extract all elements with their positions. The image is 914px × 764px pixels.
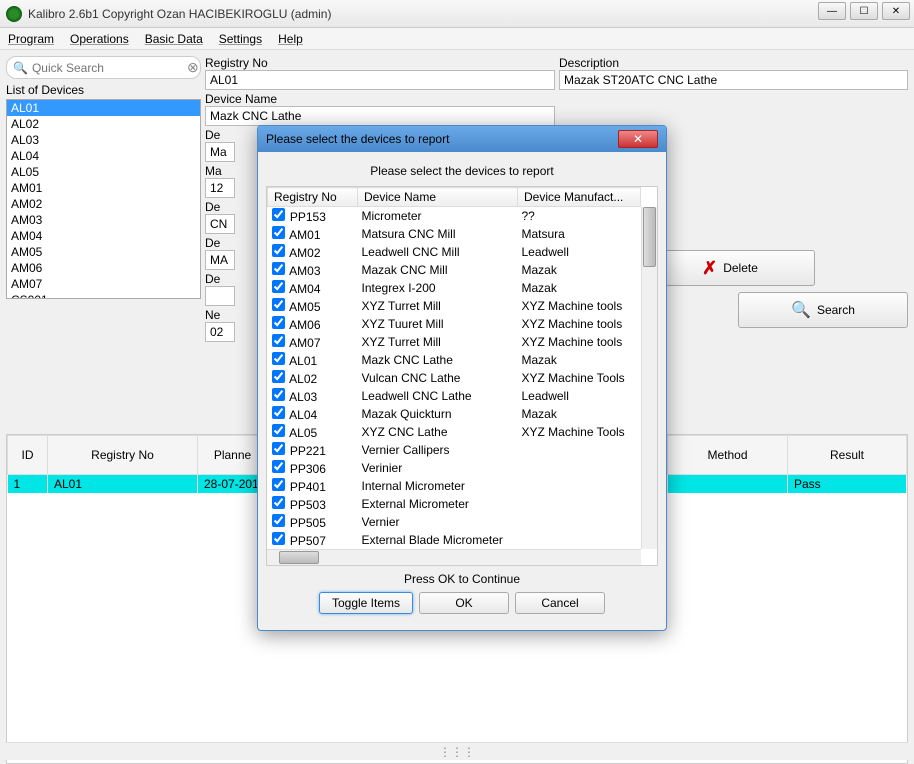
dialog-subtitle: Please select the devices to report (266, 160, 658, 186)
row-checkbox[interactable] (272, 208, 285, 221)
menubar: Program Operations Basic Data Settings H… (0, 28, 914, 50)
row-checkbox[interactable] (272, 334, 285, 347)
table-row[interactable]: AL04Mazak QuickturnMazak (268, 405, 641, 423)
search-icon-btn: 🔍 (791, 300, 811, 320)
table-row[interactable]: AL01Mazk CNC LatheMazak (268, 351, 641, 369)
table-row[interactable]: PP153Micrometer?? (268, 207, 641, 226)
menu-program[interactable]: Program (8, 32, 54, 46)
list-item[interactable]: AM01 (7, 180, 200, 196)
list-item[interactable]: AL03 (7, 132, 200, 148)
device-report-dialog: Please select the devices to report ✕ Pl… (257, 125, 667, 631)
table-row[interactable]: AM06XYZ Tuuret MillXYZ Machine tools (268, 315, 641, 333)
row-checkbox[interactable] (272, 442, 285, 455)
row-checkbox[interactable] (272, 298, 285, 311)
delete-icon: ✗ (702, 258, 717, 279)
row-checkbox[interactable] (272, 352, 285, 365)
app-title: Kalibro 2.6b1 Copyright Ozan HACIBEKIROG… (28, 7, 908, 21)
registry-no-label: Registry No (205, 56, 555, 70)
list-item[interactable]: AL05 (7, 164, 200, 180)
row-checkbox[interactable] (272, 244, 285, 257)
list-item[interactable]: AM02 (7, 196, 200, 212)
table-row[interactable]: PP505Vernier (268, 513, 641, 531)
maximize-button[interactable]: ☐ (850, 2, 878, 20)
list-item[interactable]: AM03 (7, 212, 200, 228)
registry-no-input[interactable] (205, 70, 555, 90)
search-input[interactable] (32, 61, 187, 75)
row-checkbox[interactable] (272, 226, 285, 239)
list-item[interactable]: AL02 (7, 116, 200, 132)
table-row[interactable]: AM01Matsura CNC MillMatsura (268, 225, 641, 243)
dialog-title: Please select the devices to report (266, 132, 618, 146)
list-item[interactable]: AL01 (7, 100, 200, 116)
device-name-label: Device Name (205, 92, 555, 106)
table-row[interactable]: AL03Leadwell CNC LatheLeadwell (268, 387, 641, 405)
table-row[interactable]: AM07XYZ Turret MillXYZ Machine tools (268, 333, 641, 351)
cancel-button[interactable]: Cancel (515, 592, 605, 614)
col-name[interactable]: Device Name (358, 188, 518, 207)
row-checkbox[interactable] (272, 424, 285, 437)
device-name-input[interactable] (205, 106, 555, 126)
dialog-titlebar[interactable]: Please select the devices to report ✕ (258, 126, 666, 152)
col-registry[interactable]: Registry No (48, 436, 198, 475)
col-reg[interactable]: Registry No (268, 188, 358, 207)
row-checkbox[interactable] (272, 532, 285, 545)
clear-search-icon[interactable]: ⊗ (187, 59, 199, 76)
search-button[interactable]: 🔍Search (738, 292, 908, 328)
row-checkbox[interactable] (272, 262, 285, 275)
col-id[interactable]: ID (8, 436, 48, 475)
menu-settings[interactable]: Settings (219, 32, 262, 46)
close-button[interactable]: ✕ (882, 2, 910, 20)
row-checkbox[interactable] (272, 514, 285, 527)
description-input[interactable] (559, 70, 908, 90)
col-manufacturer[interactable]: Device Manufact... (518, 188, 641, 207)
dialog-footer-text: Press OK to Continue (266, 566, 658, 592)
delete-button[interactable]: ✗Delete (645, 250, 815, 286)
row-checkbox[interactable] (272, 478, 285, 491)
table-row[interactable]: PP503External Micrometer (268, 495, 641, 513)
list-item[interactable]: CS001 (7, 292, 200, 299)
menu-help[interactable]: Help (278, 32, 303, 46)
table-row[interactable]: PP507External Blade Micrometer (268, 531, 641, 549)
col-result[interactable]: Result (788, 436, 907, 475)
table-row[interactable]: PP401Internal Micrometer (268, 477, 641, 495)
app-icon (6, 6, 22, 22)
table-row[interactable]: AM05XYZ Turret MillXYZ Machine tools (268, 297, 641, 315)
list-item[interactable]: AL04 (7, 148, 200, 164)
device-list[interactable]: AL01AL02AL03AL04AL05AM01AM02AM03AM04AM05… (6, 99, 201, 299)
table-row[interactable]: AL02Vulcan CNC LatheXYZ Machine Tools (268, 369, 641, 387)
row-checkbox[interactable] (272, 406, 285, 419)
dialog-table[interactable]: Registry No Device Name Device Manufact.… (266, 186, 658, 566)
table-row[interactable]: AL05XYZ CNC LatheXYZ Machine Tools (268, 423, 641, 441)
titlebar: Kalibro 2.6b1 Copyright Ozan HACIBEKIROG… (0, 0, 914, 28)
search-box[interactable]: 🔍 ⊗ (6, 56, 201, 79)
table-row[interactable]: PP306Verinier (268, 459, 641, 477)
dialog-vscrollbar[interactable] (641, 207, 657, 549)
row-checkbox[interactable] (272, 280, 285, 293)
table-row[interactable]: AM03Mazak CNC MillMazak (268, 261, 641, 279)
bottom-resize-grip[interactable]: ⋮⋮⋮ (6, 742, 908, 760)
row-checkbox[interactable] (272, 388, 285, 401)
menu-operations[interactable]: Operations (70, 32, 129, 46)
list-item[interactable]: AM05 (7, 244, 200, 260)
ok-button[interactable]: OK (419, 592, 509, 614)
dialog-close-button[interactable]: ✕ (618, 130, 658, 148)
table-row[interactable]: AM02Leadwell CNC MillLeadwell (268, 243, 641, 261)
menu-basic-data[interactable]: Basic Data (145, 32, 203, 46)
list-item[interactable]: AM07 (7, 276, 200, 292)
table-row[interactable]: PP221Vernier Callipers (268, 441, 641, 459)
row-checkbox[interactable] (272, 316, 285, 329)
list-item[interactable]: AM04 (7, 228, 200, 244)
dialog-hscrollbar[interactable] (267, 549, 641, 565)
description-label: Description (559, 56, 908, 70)
col-method[interactable]: Method (668, 436, 788, 475)
table-row[interactable]: AM04Integrex I-200Mazak (268, 279, 641, 297)
row-checkbox[interactable] (272, 496, 285, 509)
toggle-items-button[interactable]: Toggle Items (319, 592, 413, 614)
minimize-button[interactable]: — (818, 2, 846, 20)
row-checkbox[interactable] (272, 460, 285, 473)
device-list-label: List of Devices (6, 83, 201, 97)
search-icon: 🔍 (13, 61, 28, 75)
list-item[interactable]: AM06 (7, 260, 200, 276)
row-checkbox[interactable] (272, 370, 285, 383)
